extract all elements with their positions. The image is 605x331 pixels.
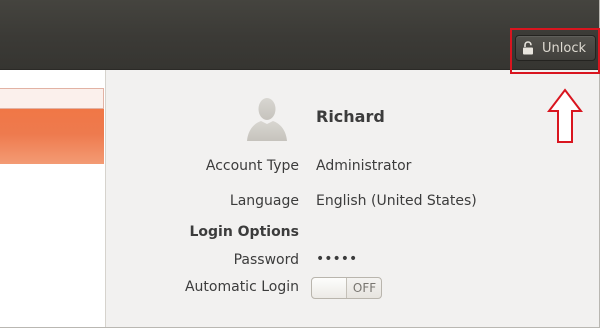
user-list-selected-item[interactable] <box>0 109 104 164</box>
header-bar: Unlock <box>0 0 599 70</box>
user-silhouette-icon <box>247 98 287 141</box>
account-type-value[interactable]: Administrator <box>316 157 411 175</box>
unlock-label: Unlock <box>542 40 586 56</box>
unlock-button[interactable]: Unlock <box>515 35 596 61</box>
language-label: Language <box>229 193 299 209</box>
switch-state-label: OFF <box>352 281 377 295</box>
user-accounts-window: Unlock Richard Account Type Administrato… <box>0 0 600 328</box>
password-label: Password <box>233 252 299 268</box>
padlock-open-icon <box>523 41 533 55</box>
language-value[interactable]: English (United States) <box>316 192 477 210</box>
switch-handle[interactable] <box>312 278 347 298</box>
automatic-login-switch[interactable]: OFF <box>311 277 382 299</box>
user-list-item[interactable] <box>0 88 104 109</box>
account-type-label: Account Type <box>205 158 299 174</box>
automatic-login-label: Automatic Login <box>184 279 299 295</box>
user-name: Richard <box>316 107 385 126</box>
up-arrow-icon <box>547 88 583 143</box>
password-value[interactable]: ••••• <box>316 250 357 268</box>
login-options-heading: Login Options <box>189 224 299 240</box>
